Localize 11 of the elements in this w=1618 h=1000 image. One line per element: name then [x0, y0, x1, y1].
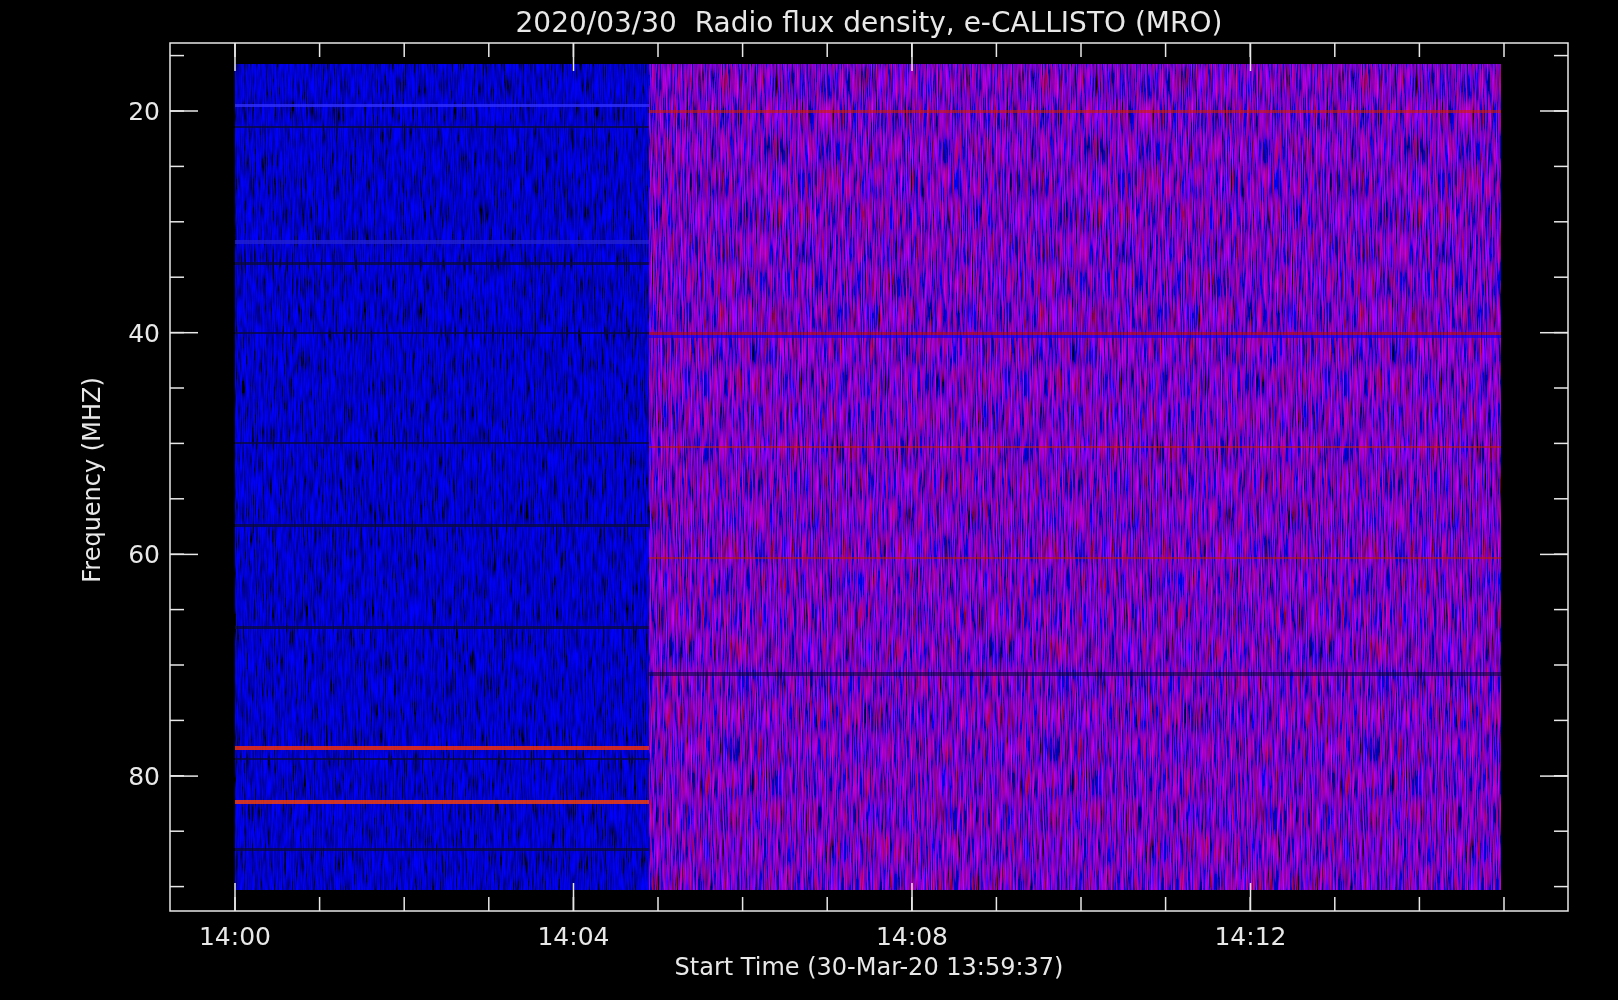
tick-label: 20: [128, 97, 160, 126]
tick-label: 14:12: [1214, 922, 1287, 951]
tick-label: 14:00: [199, 922, 271, 951]
tick-label: 14:08: [876, 922, 948, 951]
tick-label: 60: [128, 540, 160, 570]
tick-label: 14:04: [537, 922, 610, 951]
axis-label: Start Time (30-Mar-20 13:59:37): [674, 953, 1064, 981]
chart-title: 2020/03/30 Radio flux density, e-CALLISTO (MRO): [515, 6, 1223, 39]
axis-label: Frequency (MHZ): [78, 377, 106, 583]
tick-label: 80: [128, 762, 160, 792]
tick-label: 40: [128, 318, 160, 348]
